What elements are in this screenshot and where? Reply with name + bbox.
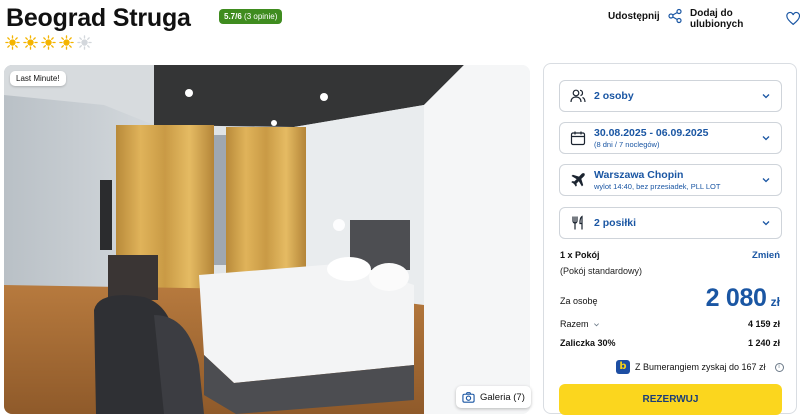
favorite-button[interactable]: Dodaj do ulubionych <box>690 8 800 30</box>
hotel-photo[interactable] <box>4 65 530 414</box>
hotel-room-image <box>4 65 530 414</box>
departure-airport: Warszawa Chopin <box>594 169 684 181</box>
calendar-icon <box>570 130 586 146</box>
room-type: (Pokój standardowy) <box>560 266 643 276</box>
rating-count: (3 opinie) <box>244 12 278 21</box>
star-rating <box>5 35 92 50</box>
per-person-label: Za osobę <box>560 296 598 306</box>
deposit-value: 1 240 zł <box>747 338 780 348</box>
info-icon[interactable]: i <box>774 362 784 372</box>
per-person-amount: 2 080 <box>705 284 767 312</box>
people-selector[interactable]: 2 osoby <box>559 80 782 112</box>
chevron-down-icon <box>761 91 771 101</box>
heart-icon <box>785 11 800 26</box>
reserve-button[interactable]: REZERWUJ <box>559 384 782 415</box>
total-label: Razem <box>560 319 589 329</box>
sun-star-icon <box>59 35 74 50</box>
bumerang-text: Z Bumerangiem zyskaj do 167 zł <box>635 362 766 372</box>
sun-star-icon <box>41 35 56 50</box>
flight-selector[interactable]: Warszawa Chopin wylot 14:40, bez przesia… <box>559 164 782 196</box>
total-value: 4 159 zł <box>747 319 780 329</box>
total-toggle[interactable]: Razem <box>560 319 600 329</box>
gallery-button-label: Galeria (7) <box>480 391 525 403</box>
flight-details: wylot 14:40, bez przesiadek, PLL LOT <box>594 182 721 191</box>
plane-icon <box>570 172 586 188</box>
sun-star-icon <box>23 35 38 50</box>
people-icon <box>570 88 586 104</box>
favorite-label: Dodaj do ulubionych <box>690 8 744 30</box>
change-room-link[interactable]: Zmień <box>752 250 780 261</box>
rating-badge[interactable]: 5.7/6 (3 opinie) <box>219 9 283 24</box>
room-count: 1 x Pokój <box>560 250 600 260</box>
people-value: 2 osoby <box>594 90 634 102</box>
last-minute-badge: Last Minute! <box>10 71 66 86</box>
rating-score: 5.7/6 <box>224 12 242 21</box>
bumerang-info: b Z Bumerangiem zyskaj do 167 zł i <box>616 360 784 374</box>
sun-star-icon <box>5 35 20 50</box>
date-selector[interactable]: 30.08.2025 - 06.09.2025 (8 dni / 7 nocle… <box>559 122 782 154</box>
bumerang-logo-icon: b <box>616 360 630 374</box>
dates-value: 30.08.2025 - 06.09.2025 <box>594 127 709 139</box>
chevron-down-icon <box>593 322 599 326</box>
chevron-down-icon <box>761 175 771 185</box>
cutlery-icon <box>570 215 586 231</box>
per-person-price: 2 080 zł <box>706 284 780 313</box>
dates-duration: (8 dni / 7 noclegów) <box>594 140 660 149</box>
camera-icon <box>462 391 475 403</box>
sun-star-empty-icon <box>77 35 92 50</box>
total-row: Razem 4 159 zł <box>560 319 780 329</box>
deposit-label: Zaliczka 30% <box>560 338 616 348</box>
booking-panel: 2 osoby 30.08.2025 - 06.09.2025 (8 dni /… <box>543 63 797 415</box>
hotel-title: Beograd Struga <box>6 4 191 32</box>
meals-selector[interactable]: 2 posiłki <box>559 207 782 239</box>
share-label: Udostępnij <box>608 10 660 22</box>
chevron-down-icon <box>761 218 771 228</box>
deposit-row: Zaliczka 30% 1 240 zł <box>560 338 780 348</box>
chevron-down-icon <box>761 133 771 143</box>
meals-value: 2 posiłki <box>594 217 637 229</box>
share-icon <box>668 8 682 24</box>
gallery-button[interactable]: Galeria (7) <box>456 386 531 408</box>
share-button[interactable]: Udostępnij <box>608 8 683 24</box>
per-person-currency: zł <box>770 295 780 309</box>
